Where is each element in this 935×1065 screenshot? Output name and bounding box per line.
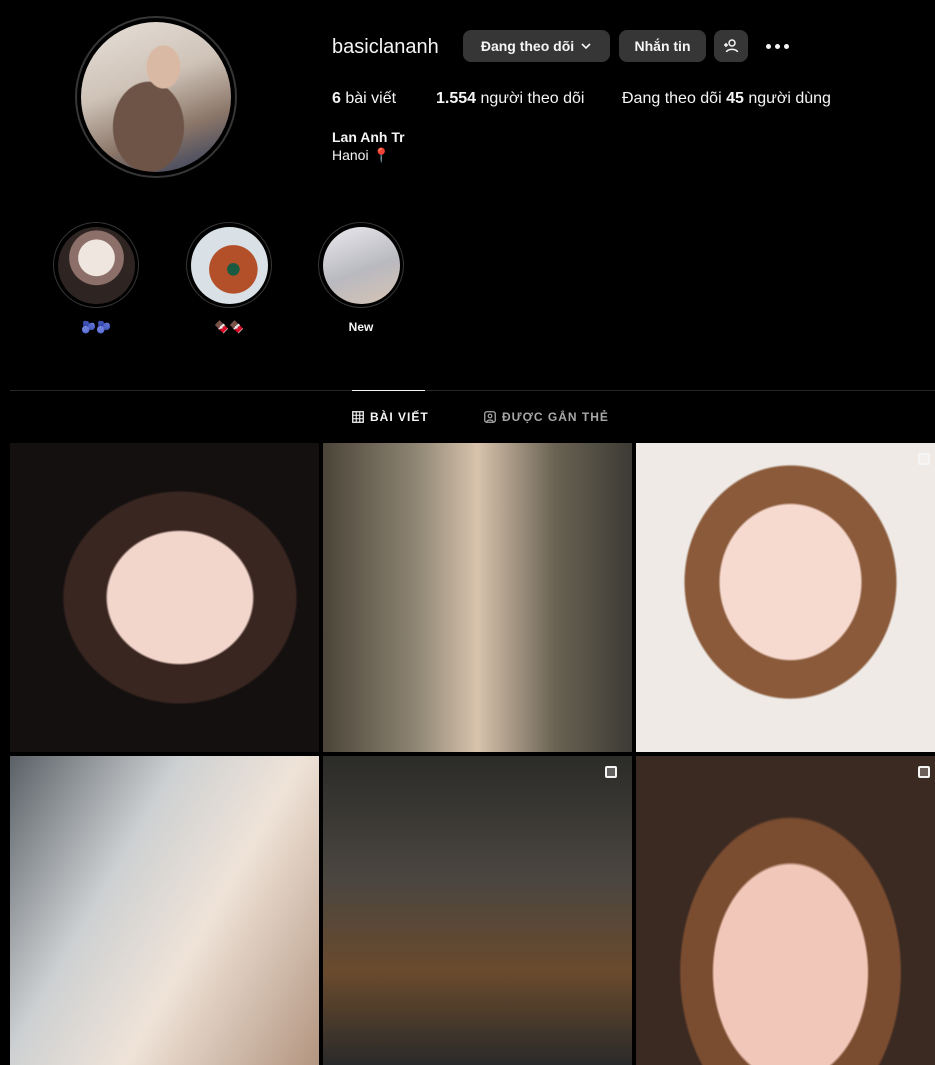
highlight-label: New (348, 320, 374, 334)
post-tile[interactable] (323, 756, 632, 1065)
more-icon-dot (774, 43, 780, 49)
post-tile[interactable] (636, 443, 935, 752)
grid-icon (352, 411, 364, 423)
chevron-down-icon (581, 43, 591, 50)
carousel-icon (605, 766, 617, 778)
highlight-cover (322, 226, 400, 304)
highlight-label: 🫐🫐 (81, 320, 111, 334)
add-user-icon (724, 39, 739, 53)
tab-tagged-label: ĐƯỢC GẮN THẺ (502, 410, 609, 424)
tagged-icon (484, 411, 496, 423)
carousel-icon (918, 766, 930, 778)
post-tile[interactable] (10, 443, 319, 752)
more-icon-dot (783, 43, 789, 49)
following-stat[interactable]: Đang theo dõi 45 người dùng (622, 90, 831, 108)
suggest-user-button[interactable] (714, 30, 748, 62)
profile-username: basiclananh (332, 36, 439, 58)
tabs-divider (10, 390, 935, 391)
message-button[interactable]: Nhắn tin (619, 30, 706, 62)
followers-label: người theo dõi (480, 90, 585, 107)
carousel-icon (918, 453, 930, 465)
following-suffix: người dùng (748, 90, 831, 107)
followers-count: 1.554 (436, 90, 477, 107)
highlight-ring (53, 222, 139, 308)
posts-count: 6 (332, 90, 341, 107)
following-button-label: Đang theo dõi (480, 38, 575, 54)
highlight-item[interactable]: New (318, 222, 404, 334)
highlight-cover (190, 226, 268, 304)
highlight-ring (318, 222, 404, 308)
highlight-label: 🍫🍫 (214, 320, 244, 334)
more-icon (765, 43, 771, 49)
following-prefix: Đang theo dõi (622, 90, 722, 107)
tab-posts-label: BÀI VIẾT (370, 410, 429, 424)
profile-full-name: Lan Anh Tr (332, 129, 405, 145)
highlight-item[interactable]: 🍫🍫 (186, 222, 272, 334)
tab-tagged[interactable]: ĐƯỢC GẮN THẺ (484, 410, 609, 424)
message-button-label: Nhắn tin (634, 38, 691, 54)
tab-posts[interactable]: BÀI VIẾT (352, 410, 429, 424)
profile-avatar[interactable] (75, 16, 237, 178)
profile-bio: Hanoi 📍 (332, 147, 390, 163)
post-tile[interactable] (323, 443, 632, 752)
highlight-ring (186, 222, 272, 308)
following-button[interactable]: Đang theo dõi (463, 30, 610, 62)
following-count: 45 (726, 90, 744, 107)
post-tile[interactable] (636, 756, 935, 1065)
highlight-item[interactable]: 🫐🫐 (53, 222, 139, 334)
posts-label: bài viết (345, 90, 397, 107)
posts-stat: 6 bài viết (332, 90, 396, 108)
avatar-image (81, 22, 231, 172)
post-tile[interactable] (10, 756, 319, 1065)
more-options-button[interactable] (762, 36, 792, 56)
followers-stat[interactable]: 1.554 người theo dõi (436, 90, 584, 108)
highlight-cover (57, 226, 135, 304)
active-tab-indicator (352, 390, 425, 391)
